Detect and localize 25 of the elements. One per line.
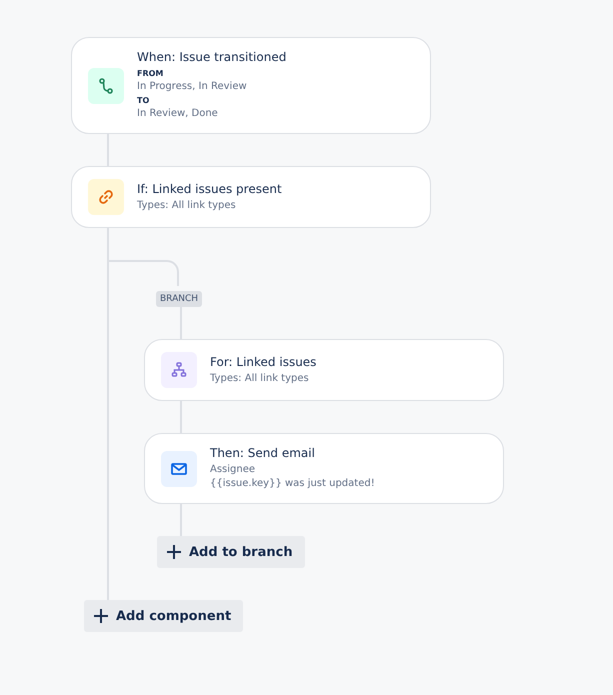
step-detail: Types: All link types bbox=[137, 198, 237, 212]
step-card[interactable]: Then: Send email Assignee {{issue.key}} was just updated! bbox=[144, 433, 504, 504]
step-detail: In Review, Done bbox=[137, 107, 219, 121]
step-card[interactable]: For: Linked issues Types: All link types bbox=[144, 339, 504, 401]
step-card[interactable]: When: Issue transitioned FROM In Progress, In Review TO In Review, Done bbox=[71, 37, 431, 134]
step-detail: Types: All link types bbox=[210, 372, 310, 386]
field-label: TO bbox=[137, 95, 150, 107]
add-component-button[interactable]: Add component bbox=[84, 600, 244, 632]
branch-label: BRANCH bbox=[156, 291, 202, 307]
hierarchy-icon bbox=[161, 352, 197, 388]
field-label: FROM bbox=[137, 68, 164, 80]
link-icon bbox=[88, 179, 124, 215]
plus-icon bbox=[165, 543, 183, 561]
step-title: For: Linked issues bbox=[210, 354, 316, 368]
step-detail: Assignee bbox=[210, 463, 256, 477]
path-icon bbox=[88, 68, 124, 104]
step-detail: In Progress, In Review bbox=[137, 80, 248, 94]
step-title: Then: Send email bbox=[210, 446, 316, 460]
step-detail: {{issue.key}} was just updated! bbox=[210, 477, 375, 491]
envelope-icon bbox=[161, 450, 197, 486]
plus-icon bbox=[92, 607, 110, 625]
add-to-branch-button[interactable]: Add to branch bbox=[157, 536, 305, 568]
step-title: If: Linked issues present bbox=[137, 182, 282, 196]
step-card[interactable]: If: Linked issues present Types: All link types bbox=[71, 166, 431, 228]
step-title: When: Issue transitioned bbox=[137, 50, 286, 64]
